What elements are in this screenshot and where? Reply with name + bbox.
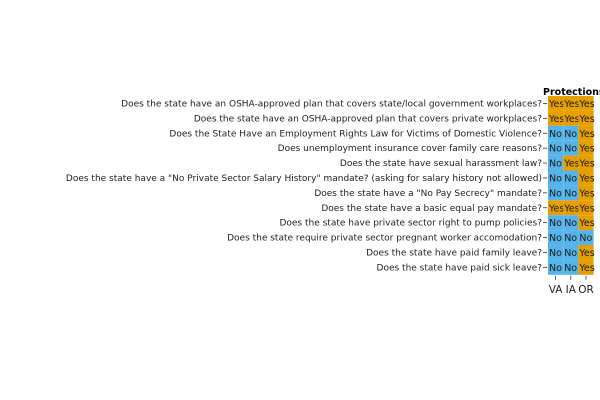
cell-value-label: Yes	[548, 203, 564, 214]
cell-value-label: Yes	[563, 99, 579, 110]
row-label: Does unemployment insurance cover family…	[278, 144, 543, 154]
row-label: Does the state have paid family leave?	[366, 248, 542, 258]
heatmap-row: Does the state have private sector right…	[279, 215, 595, 231]
cell-value-label: No	[564, 248, 577, 259]
heatmap-row: Does the state have paid sick leave? No No…	[377, 259, 595, 275]
cell-value-label: Yes	[578, 114, 594, 125]
cell-value-label: Yes	[578, 159, 594, 170]
row-label: Does the state have private sector right…	[279, 219, 542, 229]
row-label: Does the state have an OSHA-approved pla…	[121, 99, 542, 109]
cell-value-label: No	[549, 129, 562, 140]
heatmap-row: Does the state have a "No Pay Secrecy" m…	[314, 185, 595, 201]
row-label: Does the State Have an Employment Rights…	[169, 129, 542, 139]
cell-value-label: No	[549, 188, 562, 199]
x-tick-label: VA	[549, 284, 564, 296]
heatmap-rows: Does the state have an OSHA-approved pla…	[66, 96, 595, 275]
x-tick-label: OR	[578, 284, 594, 296]
heatmap-row: Does the state require private sector pr…	[227, 230, 594, 245]
cell-value-label: Yes	[578, 218, 594, 229]
cell-value-label: No	[564, 129, 577, 140]
protections-heatmap: Protections Does the state have an OSHA-…	[66, 87, 600, 296]
cell-value-label: No	[564, 144, 577, 155]
cell-value-label: Yes	[548, 114, 564, 125]
cell-value-label: Yes	[578, 188, 594, 199]
cell-value-label: No	[549, 144, 562, 155]
cell-value-label: Yes	[563, 159, 579, 170]
cell-value-label: No	[549, 173, 562, 184]
cell-value-label: No	[564, 173, 577, 184]
row-label: Does the state have a "No Private Sector…	[66, 174, 542, 184]
cell-value-label: No	[549, 218, 562, 229]
heatmap-row: Does the state have sexual harassment la…	[340, 155, 595, 171]
heatmap-row: Does the State Have an Employment Rights…	[169, 125, 595, 141]
cell-value-label: No	[564, 233, 577, 244]
heatmap-row: Does the state have paid family leave? No…	[366, 245, 595, 260]
row-label: Does the state have a basic equal pay ma…	[321, 204, 542, 214]
cell-value-label: Yes	[578, 144, 594, 155]
heatmap-row: Does the state have a basic equal pay ma…	[321, 200, 595, 216]
x-tick-label: IA	[566, 284, 577, 296]
heatmap-row: Does the state have an OSHA-approved pla…	[121, 96, 595, 111]
cell-value-label: No	[564, 218, 577, 229]
heatmap-row: Does unemployment insurance cover family…	[278, 140, 595, 156]
cell-value-label: No	[564, 263, 577, 274]
cell-value-label: Yes	[578, 263, 594, 274]
heatmap-row: Does the state have a "No Private Sector…	[66, 170, 595, 186]
cell-value-label: No	[549, 233, 562, 244]
x-axis-ticks: VA IA OR	[549, 275, 594, 296]
cell-value-label: Yes	[548, 99, 564, 110]
row-label: Does the state have paid sick leave?	[377, 263, 543, 273]
row-label: Does the state have a "No Pay Secrecy" m…	[314, 189, 542, 199]
cell-value-label: No	[564, 188, 577, 199]
cell-value-label: Yes	[578, 173, 594, 184]
cell-value-label: Yes	[578, 99, 594, 110]
cell-value-label: No	[549, 248, 562, 259]
heatmap-row: Does the state have an OSHA-approved pla…	[194, 110, 595, 126]
cell-value-label: No	[579, 233, 592, 244]
cell-value-label: Yes	[578, 203, 594, 214]
row-label: Does the state have an OSHA-approved pla…	[194, 114, 542, 124]
cell-value-label: No	[549, 263, 562, 274]
row-label: Does the state have sexual harassment la…	[340, 159, 542, 169]
cell-value-label: Yes	[578, 129, 594, 140]
row-label: Does the state require private sector pr…	[227, 234, 542, 244]
cell-value-label: Yes	[578, 248, 594, 259]
cell-value-label: No	[549, 159, 562, 170]
cell-value-label: Yes	[563, 114, 579, 125]
cell-value-label: Yes	[563, 203, 579, 214]
